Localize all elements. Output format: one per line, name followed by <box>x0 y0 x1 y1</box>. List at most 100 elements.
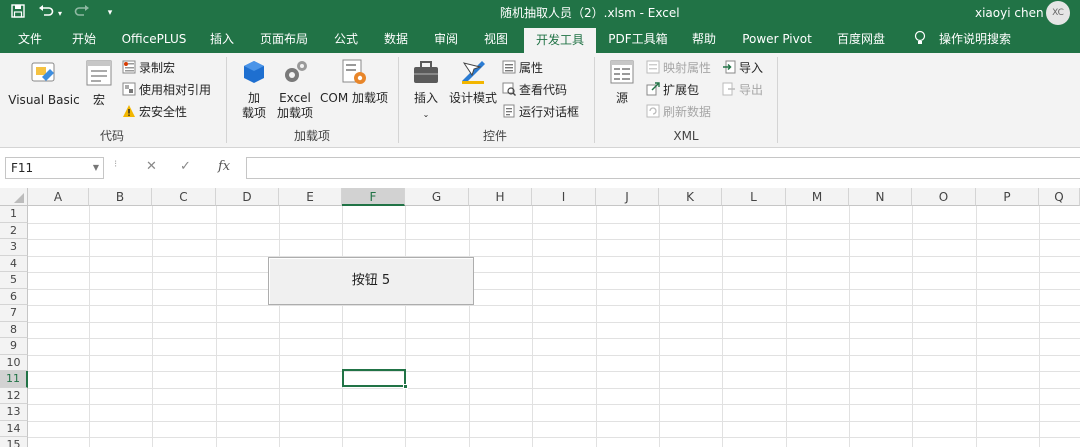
customize-qat-icon[interactable]: ▾ <box>100 8 120 18</box>
row-header-13[interactable]: 13 <box>0 404 28 421</box>
refresh-icon <box>646 104 660 118</box>
user-name[interactable]: xiaoyi chen <box>975 0 1044 26</box>
column-header-k[interactable]: K <box>659 188 722 206</box>
tab-home[interactable]: 开始 <box>62 26 106 53</box>
row-header-6[interactable]: 6 <box>0 288 28 305</box>
column-header-l[interactable]: L <box>722 188 786 206</box>
row-header-9[interactable]: 9 <box>0 338 28 355</box>
map-properties-icon <box>646 60 660 74</box>
tab-baidu-netdisk[interactable]: 百度网盘 <box>830 26 892 53</box>
column-header-m[interactable]: M <box>786 188 849 206</box>
tab-formulas[interactable]: 公式 <box>326 26 366 53</box>
toolbox-icon <box>414 61 438 83</box>
row-header-5[interactable]: 5 <box>0 272 28 289</box>
xml-import-label: 导入 <box>739 61 764 75</box>
insert-control-button[interactable]: 插入 ⌄ <box>406 57 446 122</box>
enter-icon[interactable]: ✓ <box>180 159 191 174</box>
addins-button[interactable]: 加 载项 <box>236 57 272 121</box>
column-header-d[interactable]: D <box>216 188 279 206</box>
insert-control-label: 插入 <box>413 91 438 105</box>
fill-handle[interactable] <box>403 384 408 389</box>
column-header-q[interactable]: Q <box>1039 188 1080 206</box>
tab-power-pivot[interactable]: Power Pivot <box>736 26 818 53</box>
tab-pdf-toolbox[interactable]: PDF工具箱 <box>602 26 674 53</box>
active-cell[interactable] <box>342 369 408 389</box>
group-divider <box>594 57 595 143</box>
row-header-4[interactable]: 4 <box>0 255 28 272</box>
row-header-11[interactable]: 11 <box>0 371 28 388</box>
xml-export-button: 导出 <box>722 80 763 100</box>
group-divider <box>777 57 778 143</box>
design-mode-button[interactable]: 设计模式 <box>448 57 498 106</box>
formula-bar: F11 ▼ ⁝ ✕ ✓ fx <box>0 149 1080 187</box>
form-control-button[interactable]: 按钮 5 <box>268 257 474 305</box>
macro-security-button[interactable]: 宏安全性 <box>122 102 187 122</box>
addins-label-line1: 加 <box>247 91 260 105</box>
com-addins-label: COM 加载项 <box>320 91 388 105</box>
row-header-3[interactable]: 3 <box>0 239 28 256</box>
group-divider <box>226 57 227 143</box>
run-dialog-button[interactable]: 运行对话框 <box>502 102 579 122</box>
column-header-p[interactable]: P <box>976 188 1039 206</box>
column-header-j[interactable]: J <box>596 188 659 206</box>
use-relative-references-button[interactable]: 使用相对引用 <box>122 80 211 100</box>
tab-page-layout[interactable]: 页面布局 <box>252 26 316 53</box>
worksheet-grid[interactable]: A B C D E F G H I J K L M N O P Q 1 2 3 … <box>0 188 1080 447</box>
column-header-n[interactable]: N <box>849 188 912 206</box>
cancel-icon[interactable]: ✕ <box>146 159 157 174</box>
column-header-c[interactable]: C <box>152 188 216 206</box>
avatar[interactable]: XC <box>1046 1 1070 25</box>
save-icon[interactable] <box>8 4 28 22</box>
column-header-g[interactable]: G <box>405 188 469 206</box>
record-macro-button[interactable]: 录制宏 <box>122 58 175 78</box>
formula-input[interactable] <box>246 157 1080 179</box>
column-header-f[interactable]: F <box>342 188 405 206</box>
column-header-i[interactable]: I <box>532 188 596 206</box>
expansion-packs-icon <box>646 82 660 96</box>
tab-help[interactable]: 帮助 <box>684 26 724 53</box>
tab-insert[interactable]: 插入 <box>202 26 242 53</box>
column-header-e[interactable]: E <box>279 188 342 206</box>
macros-button[interactable]: 宏 <box>82 57 116 108</box>
select-all-corner[interactable] <box>0 188 28 206</box>
expansion-packs-button[interactable]: 扩展包 <box>646 80 699 100</box>
tab-officeplus[interactable]: OfficePLUS <box>114 26 194 53</box>
visual-basic-button[interactable]: Visual Basic <box>8 57 80 108</box>
undo-icon[interactable] <box>36 4 56 22</box>
xml-import-button[interactable]: 导入 <box>722 58 763 78</box>
properties-button[interactable]: 属性 <box>502 58 543 78</box>
com-addins-button[interactable]: COM 加载项 <box>318 57 390 106</box>
tab-developer[interactable]: 开发工具 <box>524 28 596 53</box>
tab-file[interactable]: 文件 <box>8 26 52 53</box>
row-header-14[interactable]: 14 <box>0 420 28 437</box>
tell-me-search[interactable]: 操作说明搜索 <box>936 26 1014 53</box>
row-header-2[interactable]: 2 <box>0 222 28 239</box>
excel-addins-button[interactable]: Excel 加载项 <box>274 57 316 121</box>
name-box[interactable]: F11 ▼ <box>5 157 104 179</box>
view-code-button[interactable]: 查看代码 <box>502 80 567 100</box>
tab-view[interactable]: 视图 <box>476 26 516 53</box>
name-box-dropdown-icon[interactable]: ▼ <box>93 158 99 178</box>
refresh-data-label: 刷新数据 <box>663 105 712 119</box>
column-header-o[interactable]: O <box>912 188 976 206</box>
tab-data[interactable]: 数据 <box>376 26 416 53</box>
visual-basic-label: Visual Basic <box>8 93 80 107</box>
tab-review[interactable]: 审阅 <box>426 26 466 53</box>
row-header-12[interactable]: 12 <box>0 387 28 404</box>
window-title: 随机抽取人员（2）.xlsm - Excel <box>500 6 680 20</box>
addins-group-label: 加载项 <box>293 129 330 143</box>
xml-source-button[interactable]: 源 <box>604 57 640 106</box>
title-bar: ▾ ▾ 随机抽取人员（2）.xlsm - Excel xiaoyi chen X… <box>0 0 1080 26</box>
row-header-7[interactable]: 7 <box>0 305 28 322</box>
ribbon-tabs: 文件 开始 OfficePLUS 插入 页面布局 公式 数据 审阅 视图 开发工… <box>0 26 1080 53</box>
insert-function-icon[interactable]: fx <box>218 159 230 174</box>
row-header-15[interactable]: 15 <box>0 437 28 447</box>
column-header-h[interactable]: H <box>469 188 532 206</box>
quick-access-toolbar: ▾ ▾ <box>0 0 120 26</box>
row-header-10[interactable]: 10 <box>0 354 28 371</box>
row-header-8[interactable]: 8 <box>0 321 28 338</box>
column-header-b[interactable]: B <box>89 188 152 206</box>
column-header-a[interactable]: A <box>28 188 89 206</box>
undo-dropdown-icon[interactable]: ▾ <box>56 9 64 18</box>
row-header-1[interactable]: 1 <box>0 206 28 223</box>
